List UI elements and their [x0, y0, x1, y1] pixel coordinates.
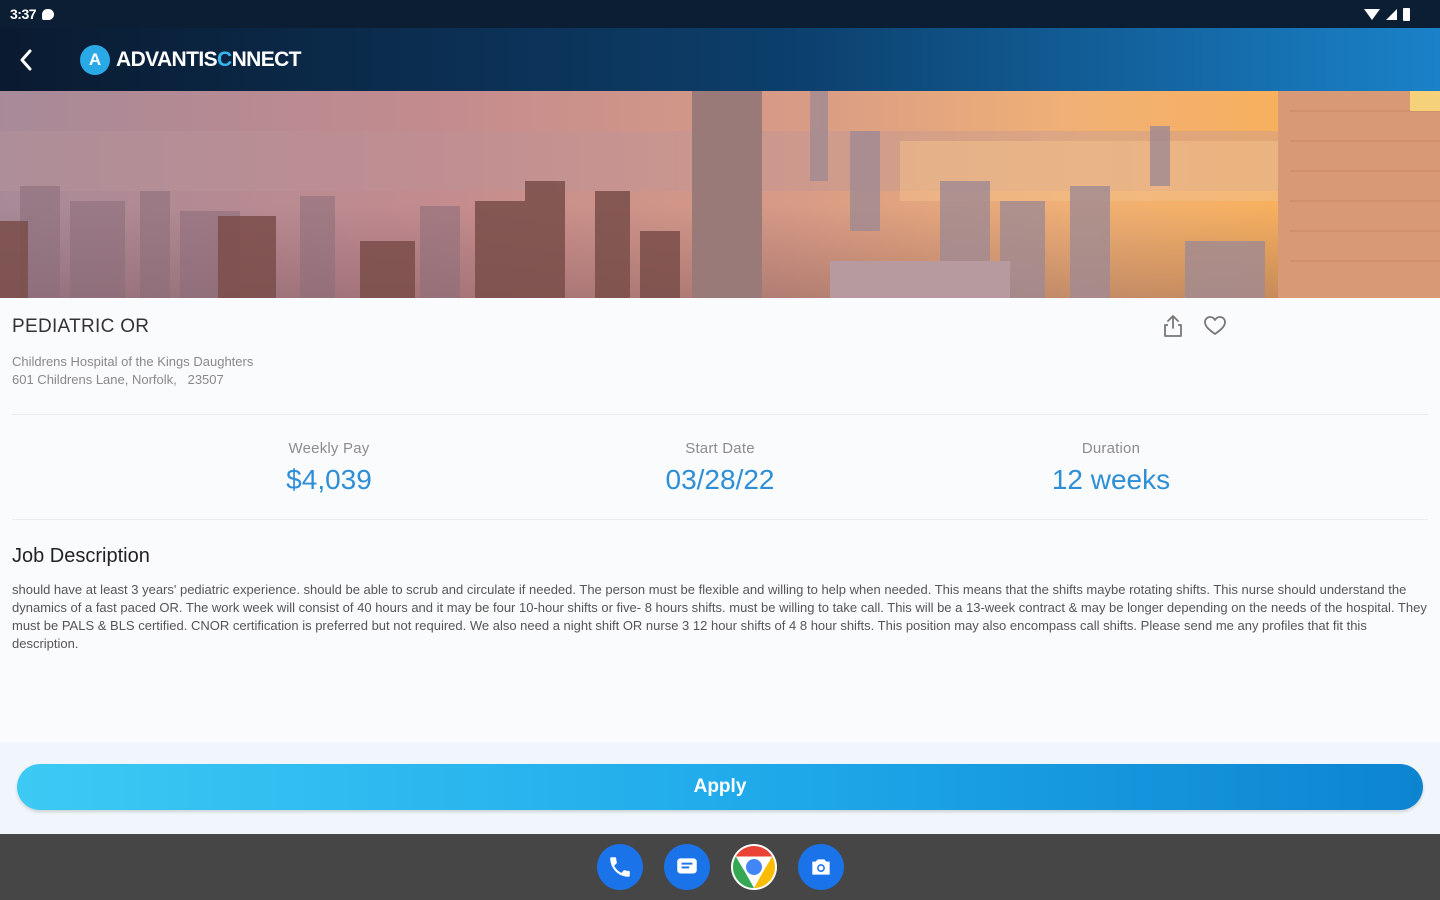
stat-label: Start Date — [685, 440, 755, 457]
stat-value: $4,039 — [286, 464, 372, 495]
chat-notification-icon — [42, 8, 55, 20]
logo-text-part1: ADVANTIS — [116, 47, 218, 71]
job-description-text: should have at least 3 years' pediatric … — [12, 582, 1427, 651]
stat-duration: Duration 12 weeks — [961, 440, 1261, 496]
hospital-name: Childrens Hospital of the Kings Daughter… — [12, 354, 254, 369]
camera-icon[interactable] — [798, 844, 844, 890]
stat-label: Duration — [1081, 440, 1141, 457]
logo-mark: A — [80, 44, 110, 75]
signal-icon — [1386, 8, 1397, 20]
app-header: A ADVANTISCNNECT — [0, 28, 1440, 91]
stat-value: 12 weeks — [1051, 464, 1171, 495]
city-skyline-illustration — [0, 91, 1440, 298]
divider-bottom — [12, 519, 1428, 520]
stat-value: 03/28/22 — [665, 464, 775, 495]
hospital-info: Childrens Hospital of the Kings Daughter… — [12, 353, 253, 389]
advantis-connect-logo: A ADVANTISCNNECT — [80, 44, 302, 75]
stat-weekly-pay: Weekly Pay $4,039 — [179, 440, 479, 496]
stat-label: Weekly Pay — [288, 440, 370, 457]
apply-button[interactable]: Apply — [17, 764, 1423, 810]
job-description-title: Job Description — [12, 545, 150, 567]
hero-city-image — [0, 91, 1440, 298]
stat-start-date: Start Date 03/28/22 — [570, 440, 870, 496]
chevron-left-icon — [20, 49, 32, 70]
battery-icon — [1403, 7, 1410, 21]
back-button[interactable] — [0, 28, 52, 91]
status-time: 3:37 — [10, 6, 37, 22]
wifi-icon — [1364, 8, 1380, 20]
divider-top — [12, 414, 1428, 415]
logo-text: ADVANTISCNNECT — [116, 47, 302, 72]
job-title: PEDIATRIC OR — [12, 316, 150, 337]
apply-button-label: Apply — [693, 776, 747, 797]
messages-icon[interactable] — [664, 844, 710, 890]
logo-text-part3: NNECT — [231, 47, 302, 71]
heart-icon[interactable] — [1203, 315, 1227, 337]
phone-icon[interactable] — [597, 844, 643, 890]
status-icons — [1364, 7, 1430, 21]
share-icon[interactable] — [1162, 314, 1184, 338]
hospital-address: 601 Childrens Lane, Norfolk, 23507 — [12, 372, 224, 387]
chrome-icon[interactable] — [731, 844, 777, 890]
status-bar: 3:37 — [0, 0, 1440, 28]
system-dock — [0, 834, 1440, 900]
logo-text-part2: C — [216, 47, 232, 71]
